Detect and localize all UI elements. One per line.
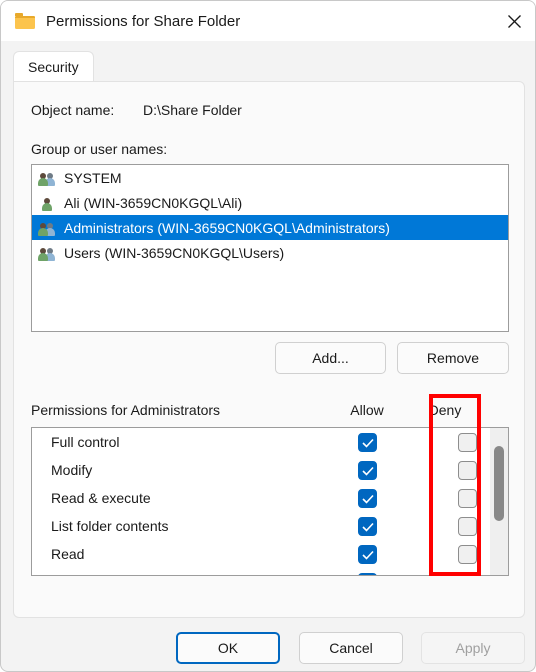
- list-item-label: SYSTEM: [64, 169, 122, 186]
- object-name-row: Object name: D:\Share Folder: [31, 102, 242, 118]
- title-bar: Permissions for Share Folder: [1, 1, 535, 41]
- list-item[interactable]: SYSTEM: [32, 165, 508, 190]
- ok-button[interactable]: OK: [176, 632, 280, 664]
- object-name-value: D:\Share Folder: [143, 102, 242, 118]
- allow-column-header: Allow: [350, 402, 384, 418]
- scrollbar-thumb[interactable]: [494, 446, 504, 521]
- permissions-scrollbar[interactable]: [490, 428, 508, 575]
- add-button[interactable]: Add...: [275, 342, 386, 374]
- deny-checkbox[interactable]: [458, 432, 477, 452]
- permissions-list[interactable]: Full control Modify Read & execute List …: [31, 427, 509, 576]
- permissions-dialog: Permissions for Share Folder Security Ob…: [0, 0, 536, 672]
- object-name-label: Object name:: [31, 102, 115, 118]
- deny-column-header: Deny: [428, 402, 462, 418]
- deny-checkbox[interactable]: [458, 572, 477, 575]
- table-row[interactable]: Read & execute: [32, 484, 490, 512]
- list-item[interactable]: Users (WIN-3659CN0KGQL\Users): [32, 240, 508, 265]
- cancel-button[interactable]: Cancel: [299, 632, 403, 664]
- remove-button[interactable]: Remove: [397, 342, 509, 374]
- allow-checkbox[interactable]: [358, 432, 377, 452]
- deny-checkbox[interactable]: [458, 460, 477, 480]
- allow-checkbox[interactable]: [358, 572, 377, 575]
- group-or-user-names-label: Group or user names:: [31, 141, 168, 157]
- permission-label: Full control: [51, 434, 120, 450]
- table-row[interactable]: Full control: [32, 428, 490, 456]
- group-icon: [38, 244, 57, 261]
- permissions-title: Permissions for Administrators: [31, 402, 221, 418]
- folder-icon: [15, 13, 35, 29]
- allow-checkbox[interactable]: [358, 460, 377, 480]
- allow-checkbox[interactable]: [358, 516, 377, 536]
- group-icon: [38, 169, 57, 186]
- security-tab-panel: Object name: D:\Share Folder Group or use…: [13, 81, 525, 618]
- deny-checkbox[interactable]: [458, 544, 477, 564]
- allow-checkbox[interactable]: [358, 488, 377, 508]
- group-icon: [38, 219, 57, 236]
- list-item-label: Users (WIN-3659CN0KGQL\Users): [64, 244, 285, 261]
- apply-button: Apply: [421, 632, 525, 664]
- permission-label: List folder contents: [51, 518, 169, 534]
- deny-checkbox[interactable]: [458, 488, 477, 508]
- list-item[interactable]: Ali (WIN-3659CN0KGQL\Ali): [32, 190, 508, 215]
- tab-security[interactable]: Security: [13, 51, 94, 81]
- group-or-user-names-list[interactable]: SYSTEM Ali (WIN-3659CN0KGQL\Ali) Adminis…: [31, 164, 509, 332]
- deny-checkbox[interactable]: [458, 516, 477, 536]
- list-item-label: Ali (WIN-3659CN0KGQL\Ali): [64, 194, 243, 211]
- list-item-label: Administrators (WIN-3659CN0KGQL\Administ…: [64, 219, 390, 236]
- table-row-partial[interactable]: [32, 568, 490, 575]
- allow-checkbox[interactable]: [358, 544, 377, 564]
- permission-label: Read: [51, 546, 85, 562]
- user-icon: [38, 194, 57, 211]
- table-row[interactable]: List folder contents: [32, 512, 490, 540]
- permission-label: Modify: [51, 462, 93, 478]
- window-title: Permissions for Share Folder: [46, 12, 241, 30]
- close-icon[interactable]: [491, 1, 535, 41]
- table-row[interactable]: Read: [32, 540, 490, 568]
- permissions-header: Permissions for Administrators Allow Den…: [31, 402, 509, 424]
- table-row[interactable]: Modify: [32, 456, 490, 484]
- permission-label: Read & execute: [51, 490, 151, 506]
- list-item-selected[interactable]: Administrators (WIN-3659CN0KGQL\Administ…: [32, 215, 508, 240]
